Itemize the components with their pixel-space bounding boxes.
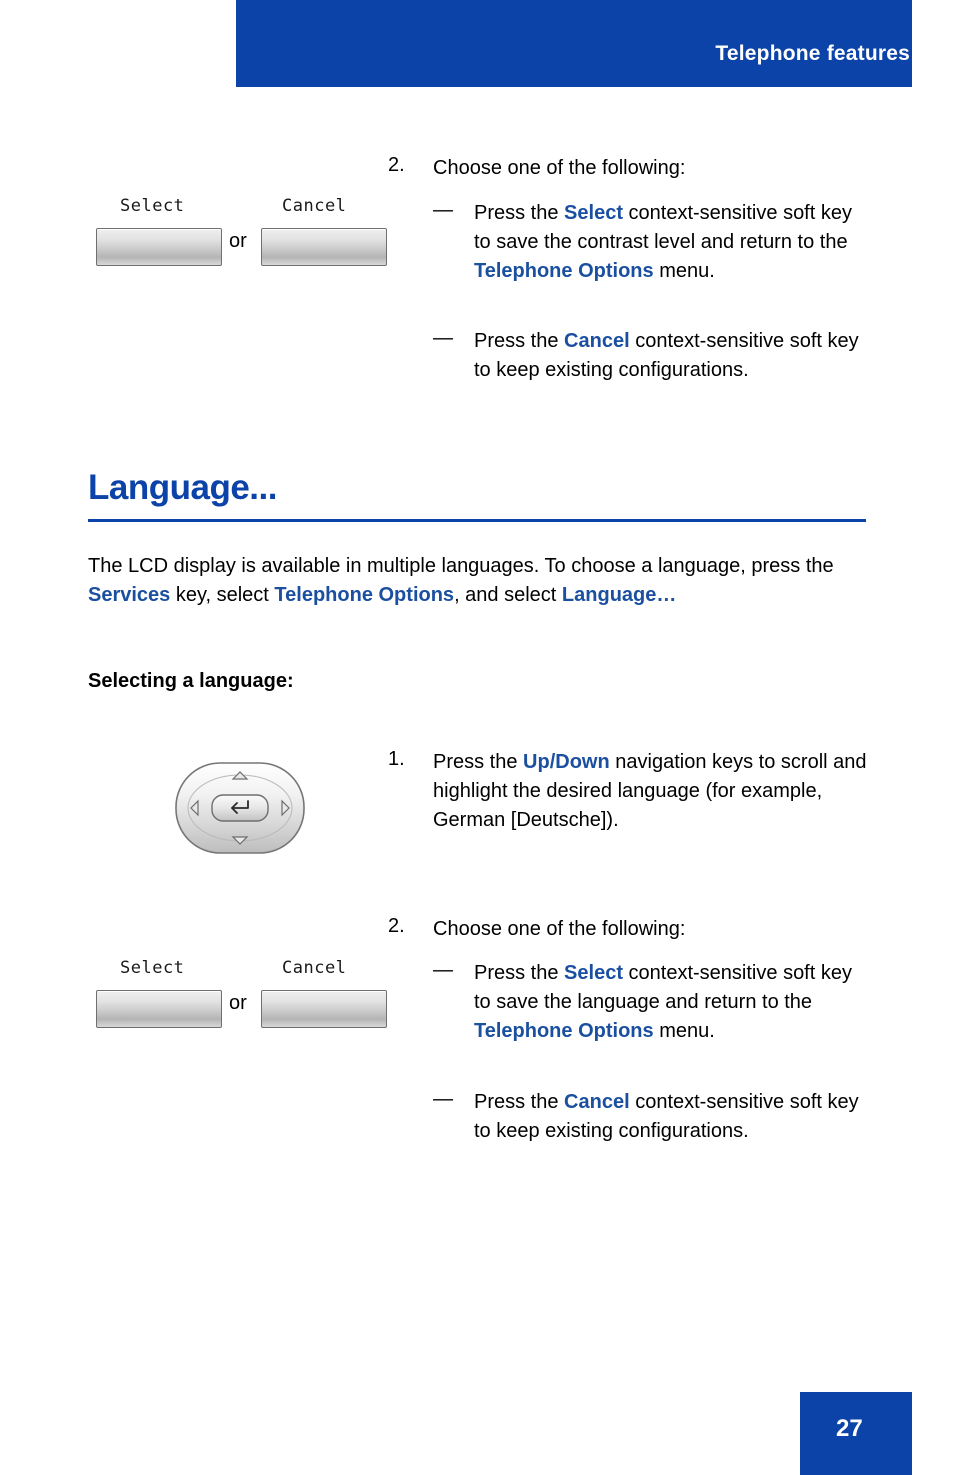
softkey-cancel-button-1[interactable] (261, 228, 387, 266)
intro-line1: The LCD display is available in multiple… (88, 555, 653, 577)
contrast-step-number: 2. (388, 154, 405, 176)
cancel-key-ref-2: Cancel (564, 1091, 630, 1113)
intro-line2-mid: key, select (170, 584, 275, 606)
softkey-or-label-1: or (229, 230, 247, 252)
language-bullet1-dash: — (433, 959, 453, 981)
language-step1-number: 1. (388, 748, 405, 770)
select-key-ref-2: Select (564, 962, 623, 984)
softkey-cancel-label-1: Cancel (282, 196, 347, 216)
telephone-options-ref-a: Telephone (474, 260, 573, 282)
softkey-select-label-1: Select (120, 196, 185, 216)
softkey-graphic-contrast: Select or Cancel (96, 196, 387, 276)
softkey-or-label-2: or (229, 992, 247, 1014)
telephone-options-ref-c: Telephone Options (274, 584, 455, 606)
lang-b2-line1-pre: Press the (474, 1091, 565, 1113)
section-heading-language: Language... (88, 468, 277, 507)
telephone-options-ref-d: Telephone Options (474, 1020, 654, 1042)
document-page: Telephone features 2. Choose one of the … (0, 0, 954, 1475)
selecting-a-language-subhead: Selecting a language: (88, 670, 294, 692)
softkey-cancel-label-2: Cancel (282, 958, 347, 978)
language-bullet2-dash: — (433, 1088, 453, 1110)
intro-line2-post: , and select (454, 584, 557, 606)
language-step1-text: Press the Up/Down navigation keys to scr… (433, 748, 883, 835)
lang-b2-line3: configurations. (618, 1120, 749, 1142)
lang-b1-line3-pre: return to the (704, 991, 813, 1013)
language-step2-title: Choose one of the following: (433, 918, 686, 940)
contrast-bullet1-line1-post: context-sensitive (622, 202, 778, 224)
select-key-ref: Select (564, 202, 623, 224)
softkey-select-label-2: Select (120, 958, 185, 978)
contrast-step-title: Choose one of the following: (433, 157, 686, 179)
step1-line1-pre: Press the (433, 751, 524, 773)
contrast-bullet1-line4-post: menu. (653, 260, 715, 282)
language-bullet2-text: Press the Cancel context-sensitive soft … (474, 1088, 874, 1146)
contrast-bullet2-text: Press the Cancel context-sensitive soft … (474, 327, 874, 385)
cancel-key-ref: Cancel (564, 330, 630, 352)
services-key-ref: Services (88, 584, 171, 606)
navigation-cluster-icon (175, 762, 305, 854)
softkey-graphic-language: Select or Cancel (96, 958, 387, 1038)
page-number: 27 (836, 1415, 863, 1442)
contrast-bullet2-dash: — (433, 327, 453, 349)
intro-line2-pre: language, press the (657, 555, 834, 577)
contrast-bullet2-line1-pre: Press the (474, 330, 565, 352)
updown-key-ref: Up/Down (523, 751, 610, 773)
step1-line1-post: navigation keys to (609, 751, 776, 773)
softkey-select-button-2[interactable] (96, 990, 222, 1028)
page-header-title: Telephone features (715, 42, 910, 65)
contrast-bullet1-line3-pre: and return to the (700, 231, 848, 253)
section-divider (88, 519, 866, 522)
lang-b1-line1-post: context-sensitive (622, 962, 778, 984)
softkey-cancel-button-2[interactable] (261, 990, 387, 1028)
language-step2-number: 2. (388, 915, 405, 937)
contrast-bullet1-dash: — (433, 199, 453, 221)
contrast-bullet2-line3: configurations. (618, 359, 749, 381)
lang-b2-line1-post: context-sensitive (629, 1091, 785, 1113)
telephone-options-ref-b: Options (578, 260, 654, 282)
language-intro-paragraph: The LCD display is available in multiple… (88, 552, 888, 610)
language-menu-ref: Language… (561, 584, 677, 606)
softkey-select-button-1[interactable] (96, 228, 222, 266)
lang-b1-line4: menu. (659, 1020, 715, 1042)
navigation-keys-graphic[interactable] (174, 757, 306, 859)
language-bullet1-text: Press the Select context-sensitive soft … (474, 959, 874, 1046)
contrast-bullet1-text: Press the Select context-sensitive soft … (474, 199, 874, 286)
lang-b1-line1-pre: Press the (474, 962, 565, 984)
contrast-bullet1-line1-pre: Press the (474, 202, 565, 224)
contrast-bullet2-line1-post: context-sensitive (629, 330, 785, 352)
